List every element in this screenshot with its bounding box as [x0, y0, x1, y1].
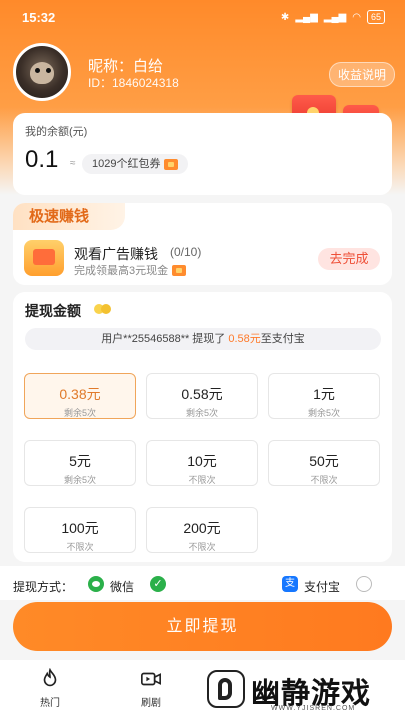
task-title: 观看广告赚钱: [74, 246, 158, 262]
amount-option[interactable]: 5元 剩余5次: [24, 440, 136, 486]
signal-icon: ▂▄▆: [295, 11, 318, 23]
battery-icon: 65: [366, 10, 385, 24]
alipay-label[interactable]: 支付宝: [304, 578, 340, 595]
status-time: 15:32: [22, 10, 56, 25]
ticket-icon: [164, 158, 179, 170]
task-subtitle: 完成领最高3元现金: [74, 262, 187, 278]
amount-option[interactable]: 0.58元 剩余5次: [146, 373, 258, 419]
task-count: (0/10): [170, 245, 202, 259]
amount-value: 1元: [313, 386, 335, 402]
tab-hot[interactable]: 热门: [30, 668, 70, 709]
alipay-icon[interactable]: 支: [282, 576, 298, 592]
amount-value: 5元: [69, 453, 91, 469]
complete-task-button[interactable]: 去完成: [318, 248, 380, 270]
amount-value: 0.58元: [181, 386, 223, 402]
amount-remaining: 剩余5次: [63, 475, 96, 485]
amount-remaining: 剩余5次: [307, 408, 340, 418]
nickname: 昵称：白给: [88, 58, 164, 75]
site-watermark: 幽静游戏 WWW.YJISREN.COM: [197, 668, 397, 716]
amount-remaining: 不限次: [310, 475, 338, 485]
amount-value: 100元: [61, 520, 99, 536]
method-label: 提现方式：: [13, 580, 74, 594]
amount-value: 200元: [183, 520, 221, 536]
tab-label: 刷剧: [141, 698, 161, 709]
ticker-suffix: 至支付宝: [260, 333, 305, 345]
withdraw-ticker: 用户**25546588** 提现了 0.58元至支付宝: [25, 328, 381, 350]
amount-value: 10元: [187, 453, 217, 469]
watermark-url: WWW.YJISREN.COM: [271, 705, 356, 712]
amount-remaining: 剩余5次: [63, 408, 96, 418]
approx-sign: ≈: [70, 158, 76, 169]
tab-drama[interactable]: 刷剧: [131, 668, 171, 709]
flame-icon: [43, 668, 57, 687]
amount-value: 0.38元: [59, 386, 101, 402]
status-icons: ✱ ▂▄▆ ▂▄▆ ◠ 65: [281, 10, 385, 24]
watermark-logo: [207, 670, 245, 708]
signal-icon-2: ▂▄▆: [323, 11, 347, 23]
status-bar: 15:32 ✱ ▂▄▆ ▂▄▆ ◠ 65: [0, 0, 405, 34]
amount-option[interactable]: 0.38元 剩余5次: [24, 373, 136, 419]
amount-remaining: 剩余5次: [185, 408, 218, 418]
withdraw-now-button[interactable]: 立即提现: [13, 602, 392, 651]
gift-box-icon: [24, 240, 64, 276]
withdraw-title: 提现金额: [25, 303, 81, 319]
user-id: ID：1846024318: [88, 76, 179, 90]
amount-option[interactable]: 100元 不限次: [24, 507, 136, 553]
balance-value: 0.1: [25, 146, 59, 173]
coins-icon: [94, 304, 112, 314]
bluetooth-icon: ✱: [280, 11, 290, 23]
video-icon: [141, 672, 161, 686]
tab-label: 热门: [40, 698, 60, 709]
wechat-label[interactable]: 微信: [110, 578, 134, 595]
check-icon[interactable]: ✓: [150, 576, 166, 592]
amount-remaining: 不限次: [188, 542, 216, 552]
task-subtitle-text: 完成领最高3元现金: [74, 265, 169, 277]
amount-option[interactable]: 1元 剩余5次: [268, 373, 380, 419]
alipay-radio[interactable]: [356, 576, 372, 592]
wechat-icon[interactable]: [88, 576, 104, 592]
income-info-button[interactable]: 收益说明: [328, 62, 395, 87]
ticket-icon: [172, 264, 187, 276]
wifi-icon: ◠: [352, 11, 361, 23]
speed-earn-tag: 极速赚钱: [13, 203, 125, 230]
amount-option[interactable]: 10元 不限次: [146, 440, 258, 486]
amount-option[interactable]: 200元 不限次: [146, 507, 258, 553]
balance-label: 我的余额(元): [25, 126, 88, 138]
amount-remaining: 不限次: [188, 475, 216, 485]
amount-value: 50元: [309, 453, 339, 469]
avatar[interactable]: [13, 43, 71, 101]
coupon-badge[interactable]: 1029个红包券: [82, 154, 189, 174]
ticker-prefix: 用户**25546588** 提现了: [101, 333, 226, 345]
ticker-amount: 0.58元: [228, 333, 261, 345]
amount-remaining: 不限次: [66, 542, 94, 552]
coupon-count: 1029个红包券: [92, 158, 161, 170]
amount-option[interactable]: 50元 不限次: [268, 440, 380, 486]
